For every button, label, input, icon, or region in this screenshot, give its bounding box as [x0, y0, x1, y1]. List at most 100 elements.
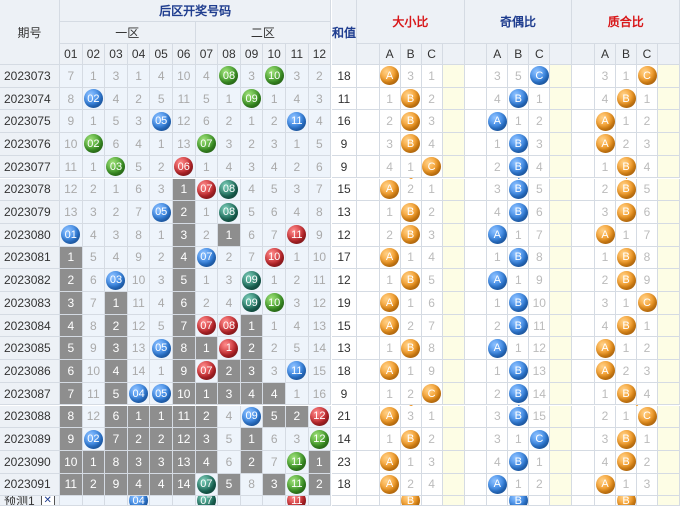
- number-cell: 5: [150, 314, 173, 338]
- number-cell: 1: [286, 133, 309, 156]
- pattern-pad: [357, 496, 380, 506]
- number-cell: 07: [195, 314, 219, 338]
- number-cell: 3: [105, 65, 128, 88]
- prediction-cell[interactable]: 07: [195, 496, 219, 506]
- number-cell: 7: [263, 450, 286, 474]
- size-prediction-cell[interactable]: [421, 496, 443, 506]
- prime-selected-ball: C: [637, 406, 657, 426]
- size-cell: B: [400, 133, 422, 156]
- size-selected-ball: B: [401, 202, 421, 222]
- number-cell: 02: [82, 133, 106, 156]
- prime-prediction-cell[interactable]: [637, 496, 658, 506]
- prime-cell: 4: [595, 450, 616, 474]
- prime-pad2-header: [658, 44, 681, 65]
- oe-cell: C: [529, 428, 551, 451]
- number-cell: 11: [286, 110, 309, 134]
- period-cell: 2023077: [0, 155, 60, 179]
- pattern-pad: [464, 337, 488, 361]
- drawn-ball: 07: [196, 474, 216, 494]
- pattern-pad: [464, 178, 488, 202]
- prime-cell: 1: [595, 246, 616, 270]
- number-cell: 4: [127, 473, 151, 497]
- number-cell: 1: [150, 360, 173, 383]
- number-cell: 4: [263, 155, 286, 179]
- close-prediction-icon[interactable]: ✕: [40, 496, 55, 506]
- prediction-cell[interactable]: [150, 496, 173, 506]
- size-cell: A: [379, 314, 401, 338]
- number-cell: 7: [82, 292, 106, 315]
- number-cell: 4: [105, 360, 128, 383]
- sum-cell: 18: [332, 360, 357, 383]
- prediction-cell[interactable]: [173, 496, 196, 506]
- oe-prediction-cell[interactable]: [529, 496, 551, 506]
- number-cell: 03: [105, 269, 128, 292]
- oe-cell: 5: [508, 65, 530, 88]
- prediction-cell[interactable]: [60, 496, 83, 506]
- prime-cell: 4: [637, 382, 658, 406]
- number-cell: 10: [173, 65, 196, 88]
- oe-cell: B: [508, 155, 530, 179]
- pattern-pad: [442, 155, 465, 179]
- size-prediction-cell[interactable]: B: [400, 496, 422, 506]
- number-cell: 2: [240, 450, 264, 474]
- size-prediction-cell[interactable]: [379, 496, 401, 506]
- number-cell: 1: [150, 223, 173, 247]
- number-cell: 10: [127, 269, 151, 292]
- oe-cell: B: [508, 314, 530, 338]
- prediction-cell[interactable]: 11: [286, 496, 309, 506]
- pattern-pad: [357, 450, 380, 474]
- pattern-pad: [572, 337, 595, 361]
- oe-prediction-cell[interactable]: [487, 496, 509, 506]
- number-cell: 5: [150, 87, 173, 111]
- size-cell: A: [379, 246, 401, 270]
- oe-cell: C: [529, 65, 551, 88]
- prediction-cell[interactable]: 04: [127, 496, 151, 506]
- prediction-cell[interactable]: [308, 496, 332, 506]
- size-cell: 1: [421, 65, 443, 88]
- pattern-pad: [357, 201, 380, 224]
- pattern-pad: [357, 133, 380, 156]
- number-header-06: 06: [173, 44, 196, 65]
- number-cell: 11: [60, 155, 83, 179]
- number-cell: 7: [105, 428, 128, 451]
- pattern-pad: [464, 473, 488, 497]
- pattern-pad: [464, 201, 488, 224]
- pattern-pad: [357, 155, 380, 179]
- oe-pad2-header: [550, 44, 573, 65]
- prime-prediction-cell[interactable]: B: [616, 496, 637, 506]
- size-cell: 4: [421, 473, 443, 497]
- number-cell: 2: [60, 269, 83, 292]
- number-cell: 4: [150, 65, 173, 88]
- size-cell: A: [379, 65, 401, 88]
- oe-cell: 4: [487, 87, 509, 111]
- prediction-cell[interactable]: [218, 496, 241, 506]
- prediction-cell[interactable]: [105, 496, 128, 506]
- prediction-cell[interactable]: [263, 496, 286, 506]
- pattern-pad: [464, 110, 488, 134]
- number-cell: 5: [195, 87, 219, 111]
- oe-cell: A: [487, 269, 509, 292]
- prediction-cell[interactable]: [240, 496, 264, 506]
- prime-cell: 2: [595, 269, 616, 292]
- pattern-pad: [550, 292, 573, 315]
- oe-selected-ball: B: [508, 452, 528, 472]
- prime-cell: A: [595, 360, 616, 383]
- number-cell: 07: [195, 133, 219, 156]
- number-cell: 9: [173, 360, 196, 383]
- number-cell: 2: [195, 223, 219, 247]
- pattern-pad: [572, 155, 595, 179]
- number-cell: 1: [240, 314, 264, 338]
- number-cell: 7: [308, 178, 332, 202]
- prediction-cell[interactable]: [82, 496, 106, 506]
- pattern-pad: [442, 428, 465, 451]
- oe-prediction-cell[interactable]: B: [508, 496, 530, 506]
- size-selected-ball: B: [401, 134, 421, 154]
- drawn-ball: 09: [242, 293, 262, 313]
- number-cell: 6: [218, 450, 241, 474]
- number-cell: 13: [60, 201, 83, 224]
- prime-prediction-cell[interactable]: [595, 496, 616, 506]
- number-cell: 11: [173, 87, 196, 111]
- pattern-pad: [572, 314, 595, 338]
- sum-cell: 13: [332, 201, 357, 224]
- pattern-pad: [550, 269, 573, 292]
